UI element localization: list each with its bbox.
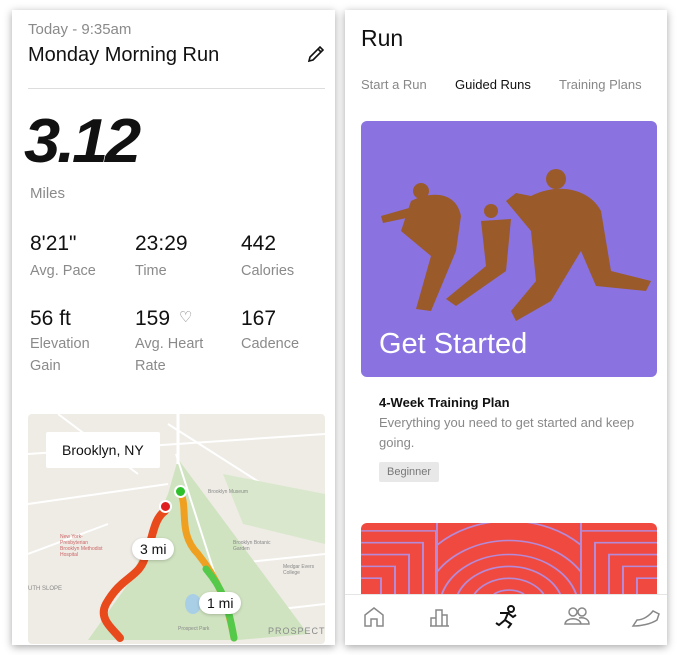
elevation-label: Elevation Gain bbox=[30, 336, 90, 374]
map-place: UTH SLOPE bbox=[28, 586, 63, 592]
map-place: Medgar Evers College bbox=[283, 564, 315, 576]
cadence-value: 167 bbox=[241, 307, 277, 330]
shoe-icon[interactable] bbox=[631, 602, 661, 632]
tab-guided-runs[interactable]: Guided Runs bbox=[455, 77, 531, 92]
heart-rate-label: Avg. Heart Rate bbox=[135, 336, 204, 374]
distance-value: 3.12 bbox=[24, 107, 141, 176]
time-value: 23:29 bbox=[135, 232, 188, 255]
location-label: Brooklyn, NY bbox=[46, 432, 160, 468]
activity-timestamp: Today - 9:35am bbox=[28, 21, 132, 38]
map-place: New York-Presbyterian Brooklyn Methodist… bbox=[60, 534, 103, 558]
run-icon[interactable] bbox=[491, 602, 521, 632]
start-marker-icon bbox=[174, 485, 187, 498]
activity-icon[interactable] bbox=[425, 602, 455, 632]
home-icon[interactable] bbox=[359, 602, 389, 632]
map-place: Brooklyn Museum bbox=[208, 489, 249, 495]
calories-label: Calories bbox=[241, 263, 295, 279]
time-label: Time bbox=[135, 263, 167, 279]
plan-description: Everything you need to get started and k… bbox=[379, 415, 635, 450]
map-place: Prospect Park bbox=[178, 626, 210, 632]
cadence-label: Cadence bbox=[241, 336, 300, 352]
divider bbox=[28, 88, 325, 89]
plan-title: 4-Week Training Plan bbox=[379, 395, 510, 410]
tab-training-plans[interactable]: Training Plans bbox=[559, 77, 642, 92]
distance-unit: Miles bbox=[30, 185, 66, 202]
edit-pencil-icon[interactable] bbox=[306, 44, 326, 64]
activity-title: Monday Morning Run bbox=[28, 44, 220, 66]
run-screen: Run Start a Run Guided Runs Training Pla… bbox=[345, 10, 667, 645]
elevation-value: 56 ft bbox=[30, 307, 71, 330]
pattern-illustration bbox=[361, 523, 657, 594]
tab-start-a-run[interactable]: Start a Run bbox=[361, 77, 427, 92]
get-started-card[interactable]: Get Started bbox=[361, 121, 657, 377]
mile-marker-3: 3 mi bbox=[132, 538, 175, 560]
map-place: Brooklyn Botanic Garden bbox=[233, 540, 271, 552]
calories-value: 442 bbox=[241, 232, 277, 255]
club-icon[interactable] bbox=[562, 602, 592, 632]
card-hero-text: Get Started bbox=[379, 328, 528, 360]
training-card-preview[interactable] bbox=[361, 523, 657, 594]
activity-detail-screen: Today - 9:35am Monday Morning Run 3.12 M… bbox=[12, 10, 335, 645]
avg-pace-value: 8'21" bbox=[30, 232, 77, 255]
level-badge: Beginner bbox=[379, 462, 440, 482]
mile-marker-1: 1 mi bbox=[199, 592, 242, 614]
end-marker-icon bbox=[159, 500, 172, 513]
heart-icon: ♡ bbox=[179, 309, 193, 326]
heart-rate-value: 159 bbox=[135, 307, 171, 330]
map-place-prospect: PROSPECT bbox=[268, 626, 325, 636]
avg-pace-label: Avg. Pace bbox=[30, 263, 96, 279]
route-map[interactable]: Brooklyn, NY 3 mi 1 mi Brooklyn Museum B… bbox=[28, 414, 325, 644]
page-title: Run bbox=[361, 25, 404, 51]
